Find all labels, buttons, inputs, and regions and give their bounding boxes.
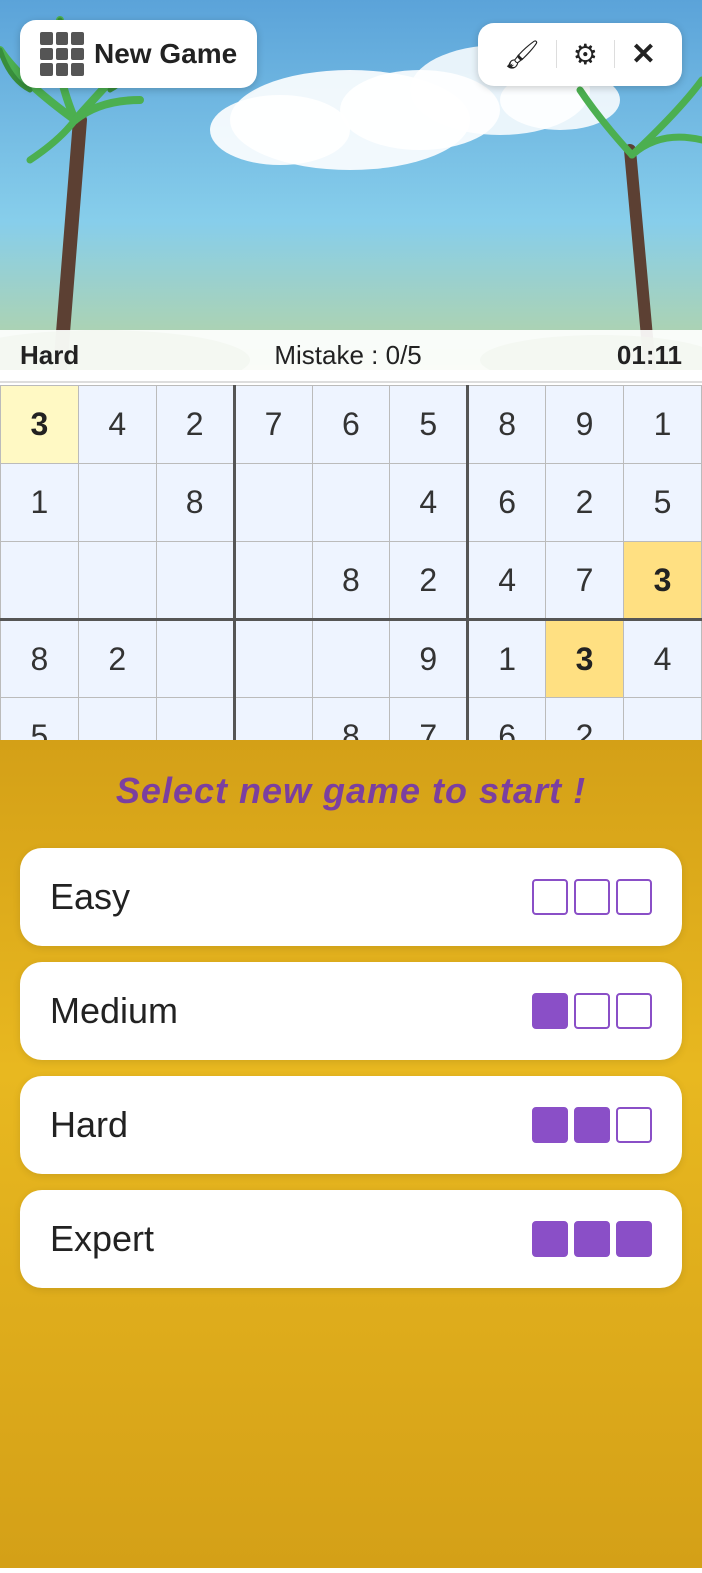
- difficulty-star-box: [616, 1107, 652, 1143]
- sudoku-cell[interactable]: 6: [312, 386, 390, 464]
- sudoku-cell[interactable]: [78, 542, 156, 620]
- sudoku-cell[interactable]: 7: [234, 386, 312, 464]
- difficulty-star-box: [574, 993, 610, 1029]
- sudoku-cell[interactable]: [234, 464, 312, 542]
- difficulty-star-box: [532, 1221, 568, 1257]
- sudoku-cell[interactable]: 4: [468, 542, 546, 620]
- sudoku-table: 3427658911846258247382913458762: [0, 385, 702, 776]
- sudoku-cell[interactable]: 3: [546, 620, 624, 698]
- easy-label: Easy: [50, 876, 130, 918]
- toolbar-right-buttons: 🖌 ⚙ ✕: [478, 23, 682, 86]
- difficulty-star-box: [616, 879, 652, 915]
- medium-difficulty-card[interactable]: Medium: [20, 962, 682, 1060]
- medium-label: Medium: [50, 990, 178, 1032]
- sudoku-cell[interactable]: 8: [156, 464, 234, 542]
- sudoku-cell[interactable]: 2: [390, 542, 468, 620]
- sudoku-cell[interactable]: [234, 620, 312, 698]
- sudoku-cell[interactable]: [234, 542, 312, 620]
- difficulty-selection-panel: Select new game to start ! Easy Medium H…: [0, 740, 702, 1568]
- sudoku-cell[interactable]: 2: [546, 464, 624, 542]
- sudoku-cell[interactable]: [1, 542, 79, 620]
- difficulty-star-box: [532, 1107, 568, 1143]
- sudoku-cell[interactable]: 6: [468, 464, 546, 542]
- divider-2: [614, 40, 615, 68]
- difficulty-star-box: [616, 993, 652, 1029]
- settings-icon[interactable]: ⚙: [565, 34, 606, 75]
- mistake-counter: Mistake : 0/5: [274, 340, 421, 371]
- hard-label: Hard: [50, 1104, 128, 1146]
- difficulty-star-box: [616, 1221, 652, 1257]
- easy-stars: [532, 879, 652, 915]
- sudoku-cell[interactable]: 3: [1, 386, 79, 464]
- difficulty-star-box: [574, 1107, 610, 1143]
- hard-difficulty-card[interactable]: Hard: [20, 1076, 682, 1174]
- paint-icon[interactable]: 🖌: [496, 34, 548, 75]
- close-icon[interactable]: ✕: [623, 33, 664, 76]
- new-game-label: New Game: [94, 38, 237, 70]
- grid-icon: [40, 32, 84, 76]
- easy-difficulty-card[interactable]: Easy: [20, 848, 682, 946]
- sudoku-cell[interactable]: 3: [624, 542, 702, 620]
- sudoku-cell[interactable]: [78, 464, 156, 542]
- select-game-title: Select new game to start !: [0, 740, 702, 832]
- sudoku-grid: 3427658911846258247382913458762: [0, 385, 702, 776]
- toolbar: New Game 🖌 ⚙ ✕: [0, 20, 702, 88]
- status-bar: Hard Mistake : 0/5 01:11: [0, 330, 702, 383]
- expert-stars: [532, 1221, 652, 1257]
- difficulty-star-box: [532, 879, 568, 915]
- new-game-button[interactable]: New Game: [20, 20, 257, 88]
- divider-1: [556, 40, 557, 68]
- sudoku-cell[interactable]: 5: [624, 464, 702, 542]
- difficulty-star-box: [574, 1221, 610, 1257]
- sudoku-cell[interactable]: 8: [1, 620, 79, 698]
- sudoku-cell[interactable]: 2: [156, 386, 234, 464]
- medium-stars: [532, 993, 652, 1029]
- sudoku-cell[interactable]: 9: [390, 620, 468, 698]
- expert-difficulty-card[interactable]: Expert: [20, 1190, 682, 1288]
- sudoku-cell[interactable]: 1: [468, 620, 546, 698]
- sudoku-cell[interactable]: 4: [390, 464, 468, 542]
- sudoku-cell[interactable]: [312, 464, 390, 542]
- expert-label: Expert: [50, 1218, 154, 1260]
- sudoku-cell[interactable]: [156, 620, 234, 698]
- sudoku-cell[interactable]: 4: [78, 386, 156, 464]
- hard-stars: [532, 1107, 652, 1143]
- difficulty-star-box: [574, 879, 610, 915]
- sudoku-cell[interactable]: 2: [78, 620, 156, 698]
- sudoku-cell[interactable]: 1: [624, 386, 702, 464]
- sudoku-cell[interactable]: 4: [624, 620, 702, 698]
- difficulty-star-box: [532, 993, 568, 1029]
- sudoku-cell[interactable]: 9: [546, 386, 624, 464]
- sudoku-cell[interactable]: [312, 620, 390, 698]
- sudoku-cell[interactable]: [156, 542, 234, 620]
- sudoku-cell[interactable]: 8: [468, 386, 546, 464]
- sudoku-cell[interactable]: 1: [1, 464, 79, 542]
- sudoku-cell[interactable]: 8: [312, 542, 390, 620]
- difficulty-label: Hard: [20, 340, 79, 371]
- sudoku-cell[interactable]: 5: [390, 386, 468, 464]
- sudoku-cell[interactable]: 7: [546, 542, 624, 620]
- timer: 01:11: [617, 340, 682, 371]
